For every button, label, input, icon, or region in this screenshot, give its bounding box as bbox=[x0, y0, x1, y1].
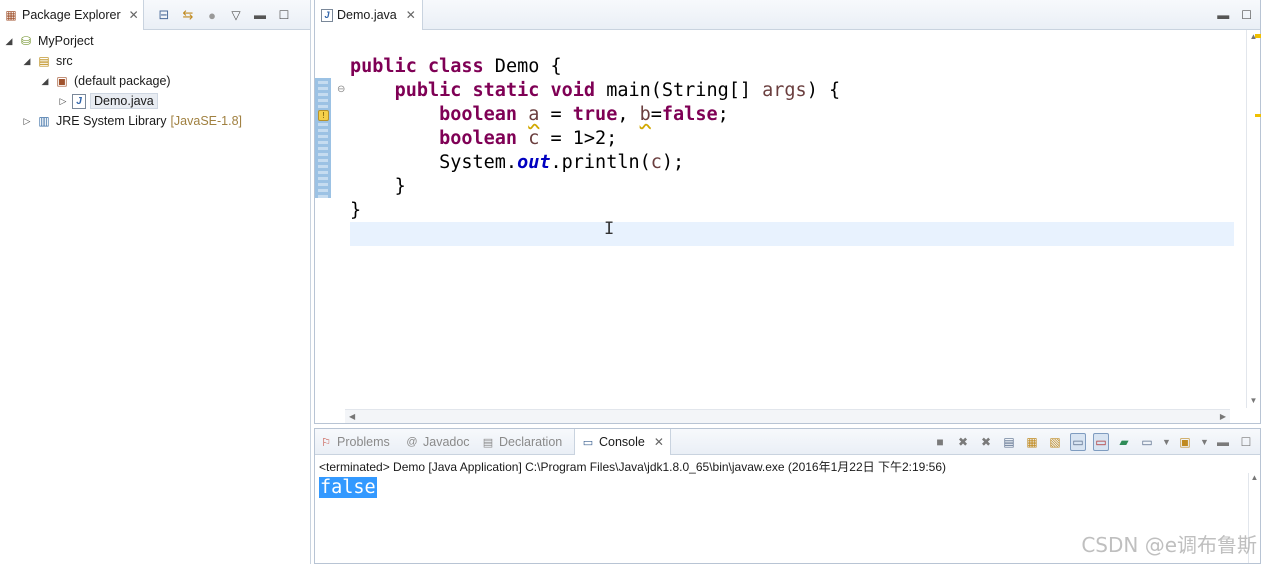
editor-tabbar: J Demo.java ✕ ▬ ☐ bbox=[315, 0, 1260, 30]
console-launch-status: <terminated> Demo [Java Application] C:\… bbox=[319, 460, 946, 474]
focus-on-active-task-icon[interactable]: ● bbox=[204, 8, 220, 23]
maximize-icon[interactable]: ☐ bbox=[276, 8, 292, 22]
collapsed-triangle-icon[interactable]: ▷ bbox=[58, 96, 68, 107]
code-line-1: public class Demo { bbox=[350, 56, 562, 77]
overview-ruler bbox=[1254, 30, 1261, 420]
fold-collapse-icon[interactable]: ⊖ bbox=[337, 84, 345, 95]
collapsed-triangle-icon[interactable]: ▷ bbox=[22, 116, 32, 127]
remove-launch-icon[interactable]: ✖ bbox=[955, 435, 971, 449]
tab-label: Console bbox=[599, 435, 645, 449]
open-console-icon[interactable]: ▣ bbox=[1177, 435, 1193, 449]
java-file-icon: J bbox=[321, 8, 333, 22]
current-line-highlight bbox=[350, 222, 1234, 246]
tab-problems[interactable]: ⚐ Problems bbox=[319, 429, 390, 455]
jre-version-label: [JavaSE-1.8] bbox=[170, 114, 243, 128]
minimize-icon[interactable]: ▬ bbox=[252, 8, 268, 22]
expanded-triangle-icon[interactable]: ◢ bbox=[40, 76, 50, 87]
scroll-lock-icon[interactable]: ▦ bbox=[1024, 435, 1040, 449]
maximize-icon[interactable]: ☐ bbox=[1241, 8, 1252, 22]
package-explorer-toolbar: ⊟ ⇆ ● ▽ ▬ ☐ bbox=[156, 0, 292, 30]
editor-window-controls: ▬ ☐ bbox=[1217, 8, 1252, 22]
problems-icon: ⚐ bbox=[321, 436, 331, 449]
tree-item-label: MyPorject bbox=[38, 34, 94, 48]
tree-item-demo-java[interactable]: ▷ J Demo.java bbox=[58, 91, 158, 111]
source-folder-icon: ▤ bbox=[38, 54, 50, 68]
chevron-down-icon[interactable]: ▼ bbox=[1162, 437, 1171, 447]
javadoc-icon: @ bbox=[406, 436, 418, 448]
watermark: CSDN @e调布鲁斯 bbox=[1081, 533, 1257, 557]
display-selected-console-icon[interactable]: ▭ bbox=[1139, 435, 1155, 449]
code-line-3: boolean a = true, b=false; bbox=[439, 104, 729, 125]
code-line-4: boolean c = 1>2; bbox=[439, 128, 618, 149]
minimize-icon[interactable]: ▬ bbox=[1215, 435, 1231, 449]
tab-demo-java[interactable]: J Demo.java ✕ bbox=[315, 0, 423, 30]
tab-console[interactable]: ▭ Console ✕ bbox=[574, 429, 671, 455]
java-file-icon: J bbox=[72, 93, 86, 109]
console-tabbar: ⚐ Problems @ Javadoc ▤ Declaration ▭ Con… bbox=[315, 429, 1260, 455]
tree-item-label: src bbox=[56, 54, 73, 68]
tab-label: Demo.java bbox=[337, 8, 397, 22]
tree-item-jre-library[interactable]: ▷ ▥ JRE System Library [JavaSE-1.8] bbox=[22, 111, 243, 131]
tab-javadoc[interactable]: @ Javadoc bbox=[405, 429, 470, 455]
editor-horizontal-scrollbar[interactable]: ◀ ▶ bbox=[345, 409, 1230, 423]
link-with-editor-icon[interactable]: ⇆ bbox=[180, 7, 196, 23]
text-cursor-icon: I bbox=[604, 219, 615, 239]
tree-item-default-package[interactable]: ◢ ▣ (default package) bbox=[40, 71, 171, 91]
tree-item-label: Demo.java bbox=[90, 93, 158, 109]
show-console-on-stdout-icon[interactable]: ▭ bbox=[1070, 433, 1086, 451]
scroll-right-icon[interactable]: ▶ bbox=[1220, 412, 1226, 421]
tab-package-explorer[interactable]: ▦ Package Explorer ✕ bbox=[0, 0, 144, 30]
code-line-6: } bbox=[394, 176, 406, 197]
maximize-icon[interactable]: ☐ bbox=[1238, 435, 1254, 449]
word-wrap-icon[interactable]: ▧ bbox=[1047, 435, 1063, 449]
selected-output-text[interactable]: false bbox=[319, 477, 377, 498]
project-icon: ⛁ bbox=[20, 34, 32, 48]
collapse-all-icon[interactable]: ⊟ bbox=[156, 7, 172, 23]
change-ruler bbox=[315, 78, 331, 198]
remove-all-terminated-icon[interactable]: ✖ bbox=[978, 435, 994, 449]
declaration-icon: ▤ bbox=[482, 436, 494, 449]
library-icon: ▥ bbox=[38, 114, 50, 128]
tab-label: Package Explorer bbox=[22, 8, 121, 22]
package-explorer-tabbar: ▦ Package Explorer ✕ ⊟ ⇆ ● ▽ ▬ ☐ bbox=[0, 0, 310, 30]
overview-warning-mark[interactable] bbox=[1255, 114, 1261, 117]
package-explorer-view: ▦ Package Explorer ✕ ⊟ ⇆ ● ▽ ▬ ☐ ◢ ⛁ MyP… bbox=[0, 0, 311, 564]
package-explorer-icon: ▦ bbox=[5, 8, 17, 22]
terminate-icon[interactable]: ■ bbox=[932, 435, 948, 449]
chevron-down-icon[interactable]: ▼ bbox=[1200, 437, 1209, 447]
close-icon[interactable]: ✕ bbox=[654, 435, 664, 449]
package-icon: ▣ bbox=[56, 74, 68, 88]
tree-item-label: (default package) bbox=[74, 74, 171, 88]
scroll-left-icon[interactable]: ◀ bbox=[349, 412, 355, 421]
tree-item-project[interactable]: ◢ ⛁ MyPorject bbox=[4, 31, 94, 51]
scroll-up-icon[interactable]: ▲ bbox=[1249, 473, 1260, 482]
tab-label: Javadoc bbox=[423, 435, 470, 449]
overview-warning-mark[interactable] bbox=[1255, 34, 1261, 38]
tree-item-label: JRE System Library bbox=[56, 114, 167, 128]
view-menu-chevron-down-icon[interactable]: ▽ bbox=[228, 8, 244, 22]
tab-label: Problems bbox=[337, 435, 390, 449]
code-line-5: System.out.println(c); bbox=[439, 152, 685, 173]
tab-declaration[interactable]: ▤ Declaration bbox=[481, 429, 562, 455]
console-icon: ▭ bbox=[582, 436, 594, 449]
expanded-triangle-icon[interactable]: ◢ bbox=[22, 56, 32, 67]
java-editor: J Demo.java ✕ ▬ ☐ ! ⊖ public class Demo … bbox=[314, 0, 1261, 424]
close-icon[interactable]: ✕ bbox=[129, 8, 139, 22]
tab-label: Declaration bbox=[499, 435, 563, 449]
minimize-icon[interactable]: ▬ bbox=[1217, 8, 1229, 22]
warning-lightbulb-icon[interactable]: ! bbox=[318, 110, 329, 121]
code-area[interactable]: public class Demo { public static void m… bbox=[350, 55, 840, 223]
expanded-triangle-icon[interactable]: ◢ bbox=[4, 36, 14, 47]
code-line-7: } bbox=[350, 200, 362, 221]
clear-console-icon[interactable]: ▤ bbox=[1001, 435, 1017, 449]
close-icon[interactable]: ✕ bbox=[406, 8, 416, 22]
code-line-2: public static void main(String[] args) { bbox=[394, 80, 841, 101]
tree-item-src[interactable]: ◢ ▤ src bbox=[22, 51, 73, 71]
quick-diff-bar bbox=[318, 78, 328, 198]
pin-console-icon[interactable]: ▰ bbox=[1116, 435, 1132, 449]
console-output[interactable]: false bbox=[319, 477, 377, 499]
console-toolbar: ■ ✖ ✖ ▤ ▦ ▧ ▭ ▭ ▰ ▭ ▼ ▣ ▼ ▬ ☐ bbox=[932, 429, 1254, 455]
show-console-on-stderr-icon[interactable]: ▭ bbox=[1093, 433, 1109, 451]
